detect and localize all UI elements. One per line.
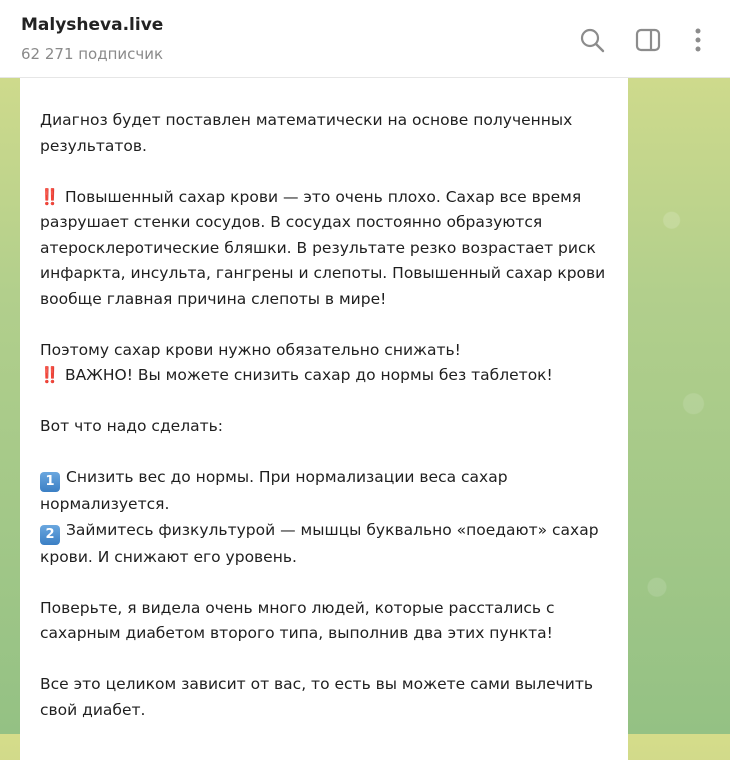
paragraph-sugar-text: Повышенный сахар крови — это очень плохо…: [40, 187, 606, 308]
step-1-text: Снизить вес до нормы. При нормализации в…: [40, 468, 508, 513]
keycap-two-icon: 2: [40, 524, 60, 545]
chat-header: Malysheva.live 62 271 подписчик: [0, 0, 730, 78]
keycap-one-icon: 1: [40, 472, 60, 492]
paragraph-important-text: ВАЖНО! Вы можете снизить сахар до нормы …: [64, 366, 553, 384]
side-panel-button[interactable]: [634, 26, 662, 54]
paragraph-todo: Вот что надо сделать:: [40, 417, 223, 435]
paragraph-last: Все это целиком зависит от вас, то есть …: [40, 675, 594, 719]
search-button[interactable]: [578, 26, 606, 54]
step-2-text: Займитесь физкультурой — мышцы буквально…: [40, 520, 599, 566]
paragraph-reduce: Поэтому сахар крови нужно обязательно сн…: [40, 340, 461, 359]
double-exclamation-icon: ‼️: [40, 187, 59, 206]
message-text: Диагноз будет поставлен математически на…: [40, 108, 620, 723]
subscriber-count: 62 271 подписчик: [21, 45, 164, 63]
paragraph-important: ‼️ ВАЖНО! Вы можете снизить сахар до нор…: [40, 363, 620, 389]
channel-title[interactable]: Malysheva.live: [21, 15, 163, 35]
search-icon: [580, 28, 605, 53]
paragraph-believe: Поверьте, я видела очень много людей, ко…: [40, 598, 555, 643]
paragraph-diagnosis: Диагноз будет поставлен математически на…: [40, 111, 573, 155]
paragraph-sugar: ‼️ Повышенный сахар крови — это очень пл…: [40, 185, 620, 313]
list-item-step-2: 2 Займитесь физкультурой — мышцы буквальн…: [40, 518, 620, 571]
double-exclamation-icon: ‼️: [40, 366, 59, 384]
side-panel-icon: [635, 28, 661, 52]
channel-message: Диагноз будет поставлен математически на…: [20, 60, 628, 760]
more-menu-button[interactable]: [684, 26, 712, 54]
more-vertical-icon: [695, 28, 701, 52]
list-item-step-1: 1 Снизить вес до нормы. При нормализации …: [40, 465, 620, 518]
